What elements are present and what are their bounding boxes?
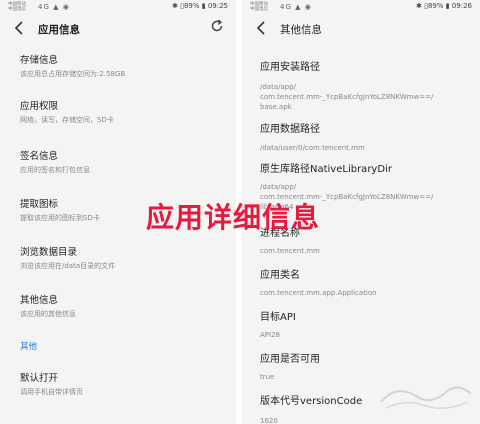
- item-value: com.tencent.mm: [260, 247, 320, 255]
- back-arrow-icon[interactable]: [14, 20, 28, 38]
- header: 其他信息: [242, 14, 480, 44]
- page-title: 应用信息: [38, 24, 80, 36]
- carrier-label: 中国移动 中国电信: [8, 2, 26, 12]
- item-title: 浏览数据目录: [20, 247, 78, 258]
- item-title: 提取图标: [20, 199, 59, 210]
- item-title: 应用是否可用: [260, 354, 320, 365]
- item-title: 应用类名: [260, 270, 300, 281]
- status-bar: 中国移动 中国电信 4G ▲ ◉ ✱ ▯89% ▮ 09:26: [242, 0, 480, 14]
- item-title: 其他信息: [20, 295, 59, 306]
- item-value: API28: [260, 331, 280, 339]
- item-title: 存储信息: [20, 55, 59, 66]
- section-header-other: 其他: [20, 342, 38, 352]
- item-subtitle: 该应用的其他信息: [20, 310, 76, 318]
- item-subtitle: 提取该应用的图标到SD卡: [20, 214, 100, 222]
- item-value: /data/app/: [260, 183, 297, 191]
- item-title: 签名信息: [20, 151, 59, 162]
- item-title: 原生库路径NativeLibraryDir: [260, 164, 392, 175]
- signal-icon: 4G ▲ ◉: [38, 3, 70, 11]
- item-title: 目标API: [260, 312, 296, 323]
- watermark-logo: [380, 386, 472, 409]
- item-subtitle: 调用手机自带详情页: [20, 388, 83, 396]
- item-subtitle: 该应用总占用存储空间为:2.58GB: [20, 70, 126, 78]
- item-title: 应用数据路径: [260, 124, 320, 135]
- item-title: 应用权限: [20, 101, 59, 112]
- item-subtitle: 网络，读写，存储空间，SD卡: [20, 116, 114, 124]
- status-bar: 中国移动 中国电信 4G ▲ ◉ ✱ ▯89% ▮ 09:25: [0, 0, 236, 14]
- item-value: 1620: [260, 417, 278, 424]
- item-title: 默认打开: [20, 373, 59, 384]
- header: 应用信息: [0, 14, 236, 44]
- item-subtitle: 应用的签名和打包信息: [20, 166, 90, 174]
- item-value: com.tencent.mm-_YcpBaKcfgJnYoLZ8NKWmw==/: [260, 93, 434, 101]
- item-value: /data/user/0/com.tencent.mm: [260, 144, 365, 152]
- item-title: 版本代号versionCode: [260, 396, 363, 407]
- item-value: base.apk: [260, 103, 292, 111]
- signal-icon: 4G ▲ ◉: [280, 3, 312, 11]
- overlay-caption: 应用详细信息: [146, 201, 321, 234]
- item-title: 应用安装路径: [260, 62, 320, 73]
- item-value: true: [260, 373, 275, 381]
- item-value: /data/app/: [260, 83, 297, 91]
- refresh-icon[interactable]: [210, 19, 224, 37]
- item-value: com.tencent.mm.app.Application: [260, 289, 377, 297]
- page-title: 其他信息: [280, 24, 322, 36]
- status-right: ✱ ▯89% ▮ 09:26: [416, 2, 472, 10]
- item-subtitle: 浏览该应用在/data目录的文件: [20, 262, 116, 270]
- carrier-label: 中国移动 中国电信: [250, 2, 268, 12]
- back-arrow-icon[interactable]: [256, 20, 270, 38]
- status-right: ✱ ▯89% ▮ 09:25: [172, 2, 228, 10]
